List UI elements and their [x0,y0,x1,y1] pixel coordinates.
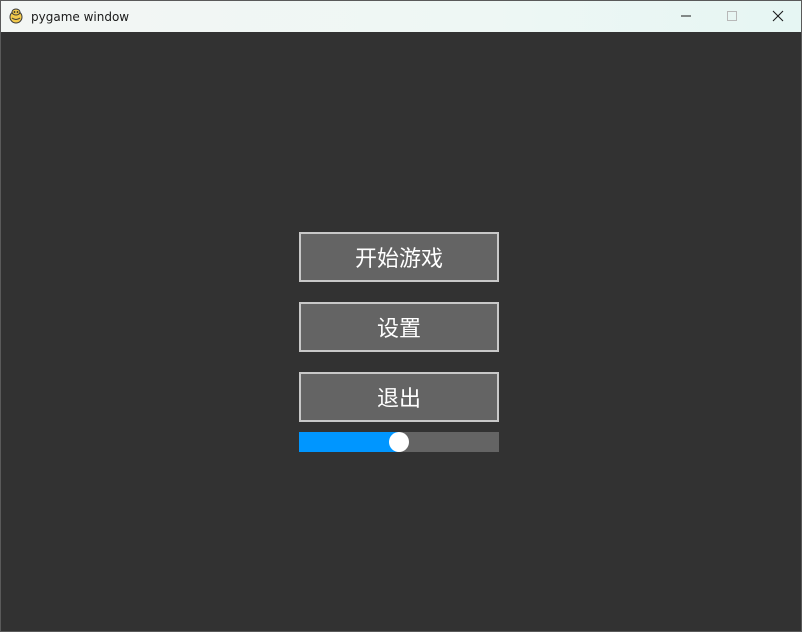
title-bar[interactable]: pygame window [1,1,801,32]
game-canvas: 开始游戏 设置 退出 [1,32,801,631]
close-button[interactable] [755,1,801,32]
start-game-label: 开始游戏 [354,247,443,272]
minimize-button[interactable] [663,1,709,32]
maximize-icon [726,7,738,26]
slider-fill [299,432,399,452]
window-title: pygame window [31,10,130,24]
slider-knob[interactable] [389,432,409,452]
settings-label: 设置 [376,317,421,342]
minimize-icon [680,7,692,26]
settings-button[interactable]: 设置 [299,302,499,352]
maximize-button[interactable] [709,1,755,32]
pygame-snake-icon [8,8,24,24]
quit-button[interactable]: 退出 [299,372,499,422]
quit-label: 退出 [376,387,421,412]
close-icon [772,7,784,26]
volume-slider[interactable] [299,432,499,452]
pygame-window: pygame window 开始游戏 设置 退出 [0,0,802,632]
start-game-button[interactable]: 开始游戏 [299,232,499,282]
